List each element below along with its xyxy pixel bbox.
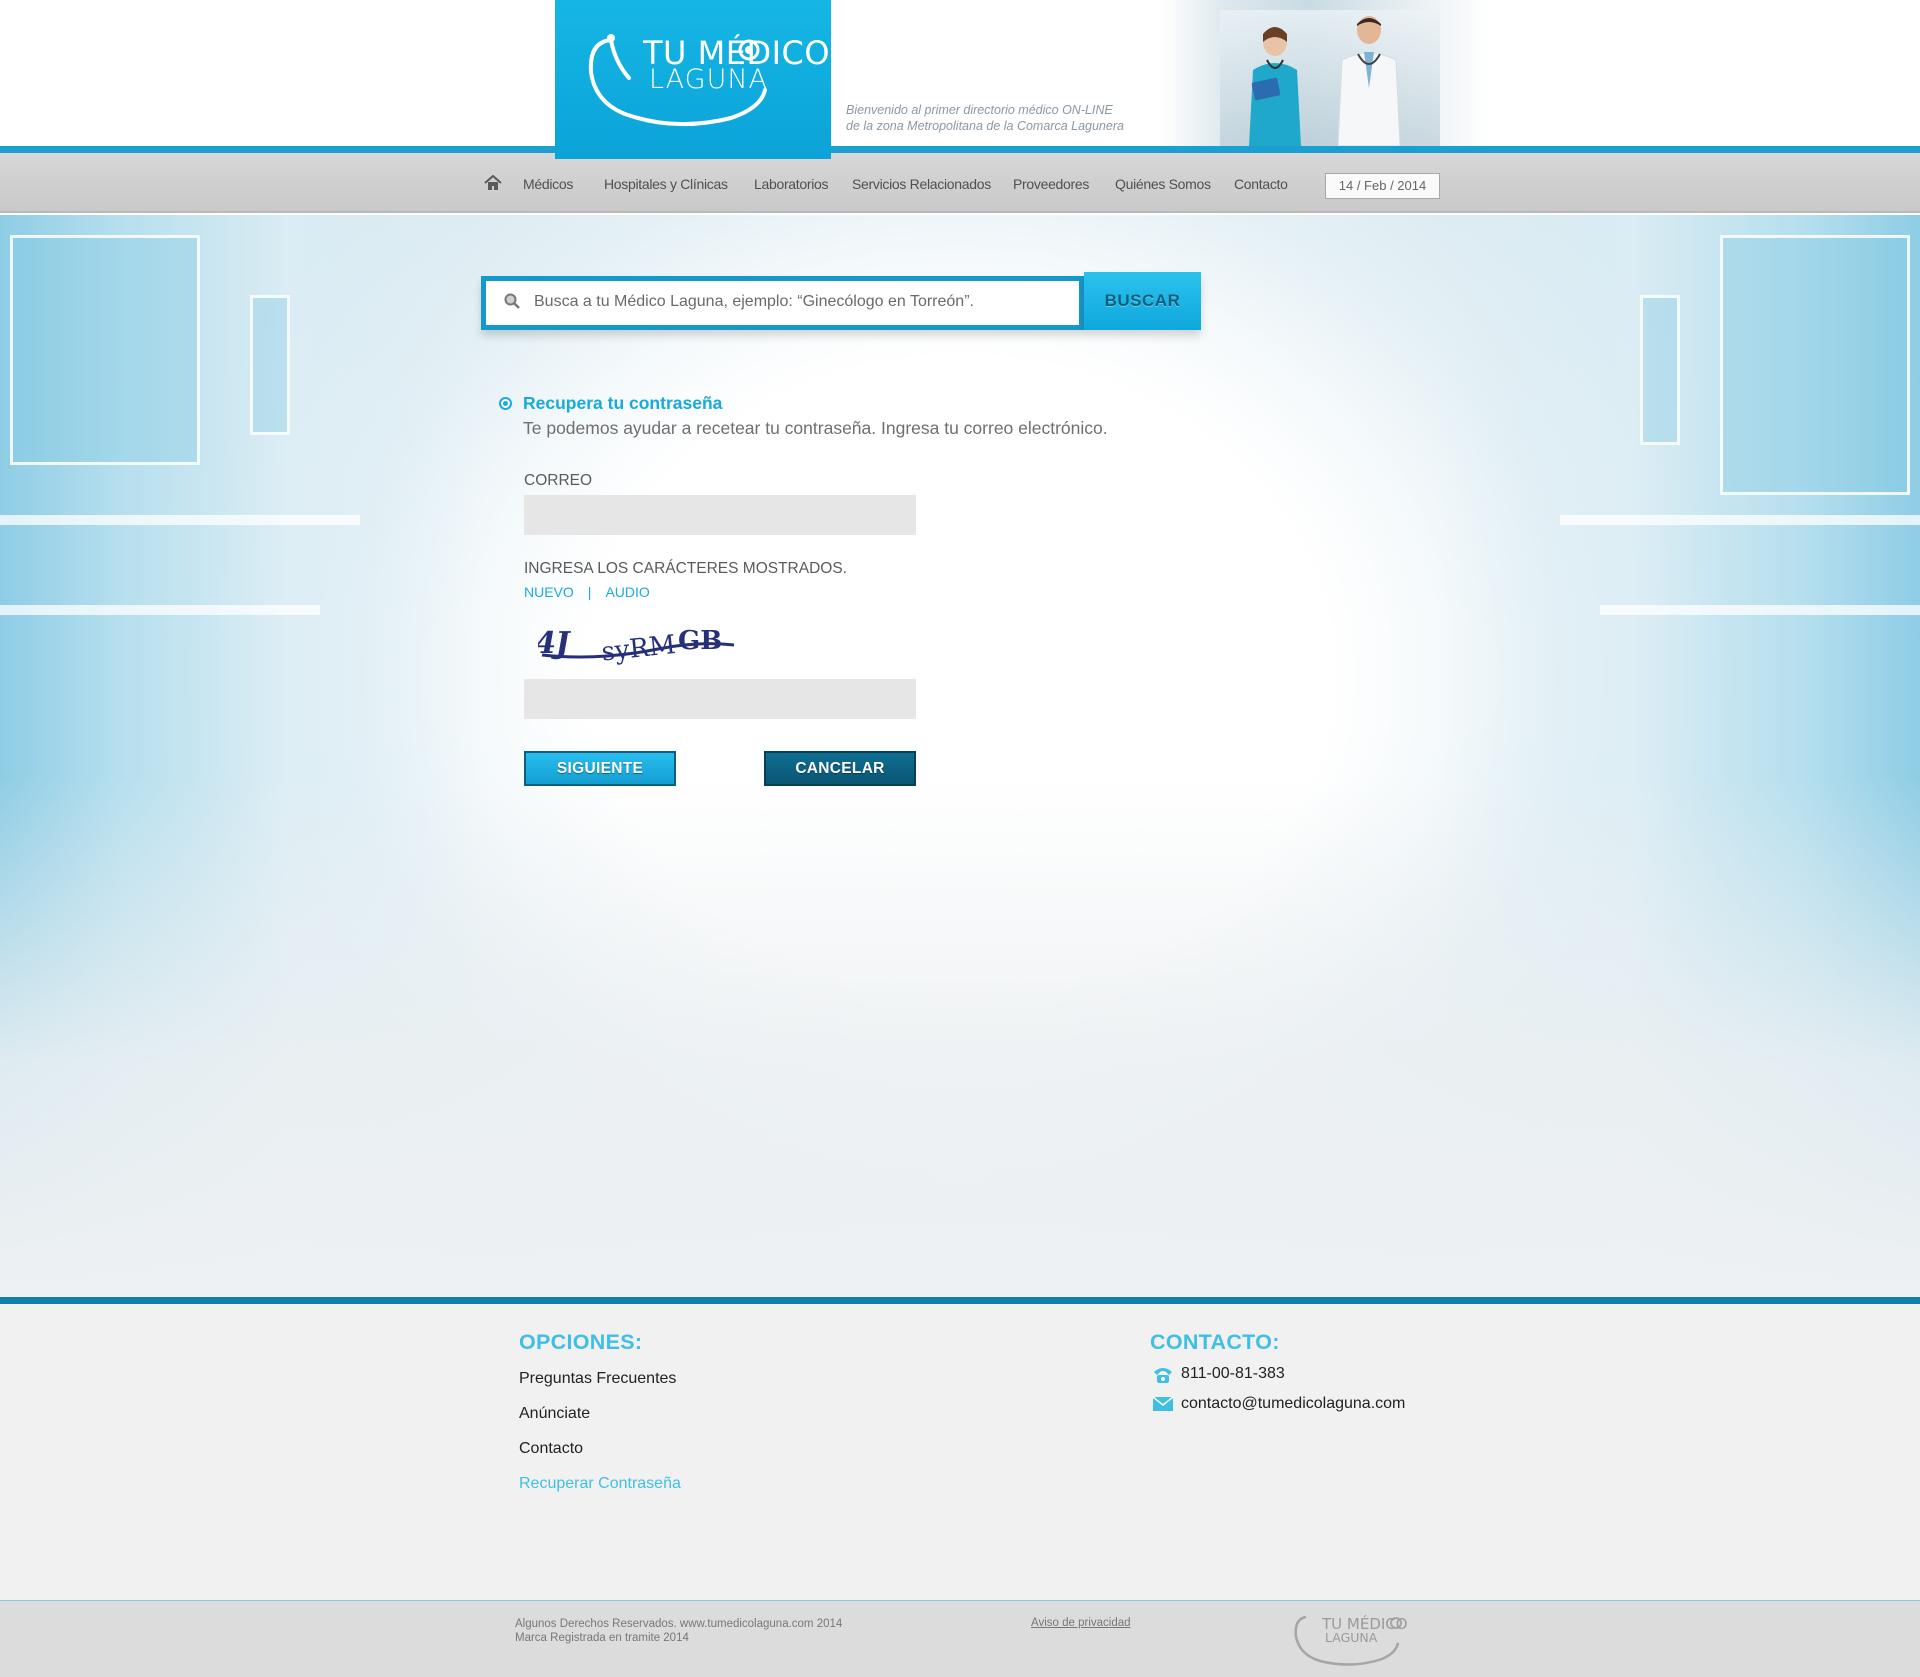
footer-link-recover-password[interactable]: Recuperar Contraseña [519,1475,681,1493]
bottom-bar: Algunos Derechos Reservados. www.tumedic… [0,1601,1920,1677]
email-label: CORREO [524,472,593,489]
form-title: Recupera tu contraseña [523,393,723,413]
nav-item-hospitales[interactable]: Hospitales y Clínicas [604,176,728,192]
tagline-line-2: de la zona Metropolitana de la Comarca L… [846,119,1124,133]
hero-photo [1160,0,1490,146]
copyright-line-2: Marca Registrada en tramite 2014 [515,1632,689,1644]
background-fade [0,775,1920,1297]
logo-subtitle: LAGUNA [649,64,769,95]
captcha-field[interactable] [524,679,916,719]
captcha-audio-link[interactable]: AUDIO [605,584,649,600]
tagline: Bienvenido al primer directorio médico O… [846,102,1124,134]
email-field[interactable] [524,495,916,535]
nav-item-laboratorios[interactable]: Laboratorios [754,176,829,192]
captcha-links: NUEVO | AUDIO [524,584,650,600]
email-address[interactable]: contacto@tumedicolaguna.com [1181,1395,1405,1413]
captcha-new-link[interactable]: NUEVO [524,584,574,600]
footer-link-advertise[interactable]: Anúnciate [519,1405,590,1423]
home-icon[interactable] [484,175,502,191]
captcha-image: 4J syRM GB [538,626,735,668]
tagline-line-1: Bienvenido al primer directorio médico O… [846,103,1113,117]
form-subtitle: Te podemos ayudar a recetear tu contrase… [523,418,1108,438]
captcha-label: INGRESA LOS CARÁCTERES MOSTRADOS. [524,560,847,577]
nav-item-contacto[interactable]: Contacto [1234,176,1288,192]
header-divider [0,146,1920,153]
cancel-button[interactable]: CANCELAR [764,751,916,786]
main-nav: Médicos Hospitales y Clínicas Laboratori… [0,153,1920,213]
site-logo[interactable]: TU MÉDICO LAGUNA [555,0,831,159]
captcha-link-separator: | [587,584,592,600]
phone-icon [1154,1368,1172,1383]
search-input[interactable]: Busca a tu Médico Laguna, ejemplo: “Gine… [481,276,1084,330]
footer-logo-subtitle: LAGUNA [1325,1630,1378,1645]
next-button[interactable]: SIGUIENTE [524,751,676,786]
nav-item-medicos[interactable]: Médicos [523,176,573,192]
footer-logo[interactable]: TU MÉDICO LAGUNA [1292,1609,1412,1676]
options-heading: OPCIONES: [519,1330,643,1354]
search-placeholder: Busca a tu Médico Laguna, ejemplo: “Gine… [534,293,974,310]
date-display: 14 / Feb / 2014 [1325,173,1440,199]
nav-item-servicios[interactable]: Servicios Relacionados [852,176,991,192]
doctor-illustration [1337,16,1401,146]
section-bullet-icon [499,397,512,410]
copyright: Algunos Derechos Reservados. www.tumedic… [515,1617,842,1645]
svg-text:GB: GB [678,626,722,656]
privacy-link[interactable]: Aviso de privacidad [1031,1617,1131,1629]
nav-item-proveedores[interactable]: Proveedores [1013,176,1089,192]
nurse-illustration [1249,27,1301,146]
nav-item-quienes-somos[interactable]: Quiénes Somos [1115,176,1211,192]
footer-divider [0,1297,1920,1304]
mail-icon [1152,1396,1174,1411]
site-footer [0,1304,1920,1600]
search-icon [504,293,520,309]
search-button[interactable]: BUSCAR [1084,272,1201,330]
main-content [0,215,1920,1297]
footer-link-faq[interactable]: Preguntas Frecuentes [519,1370,676,1388]
footer-link-contact[interactable]: Contacto [519,1440,583,1458]
contact-heading: CONTACTO: [1150,1330,1280,1354]
site-header: Bienvenido al primer directorio médico O… [0,0,1920,146]
phone-number: 811-00-81-383 [1181,1365,1285,1382]
search-bar: Busca a tu Médico Laguna, ejemplo: “Gine… [481,272,1201,330]
copyright-line-1: Algunos Derechos Reservados. www.tumedic… [515,1618,843,1630]
